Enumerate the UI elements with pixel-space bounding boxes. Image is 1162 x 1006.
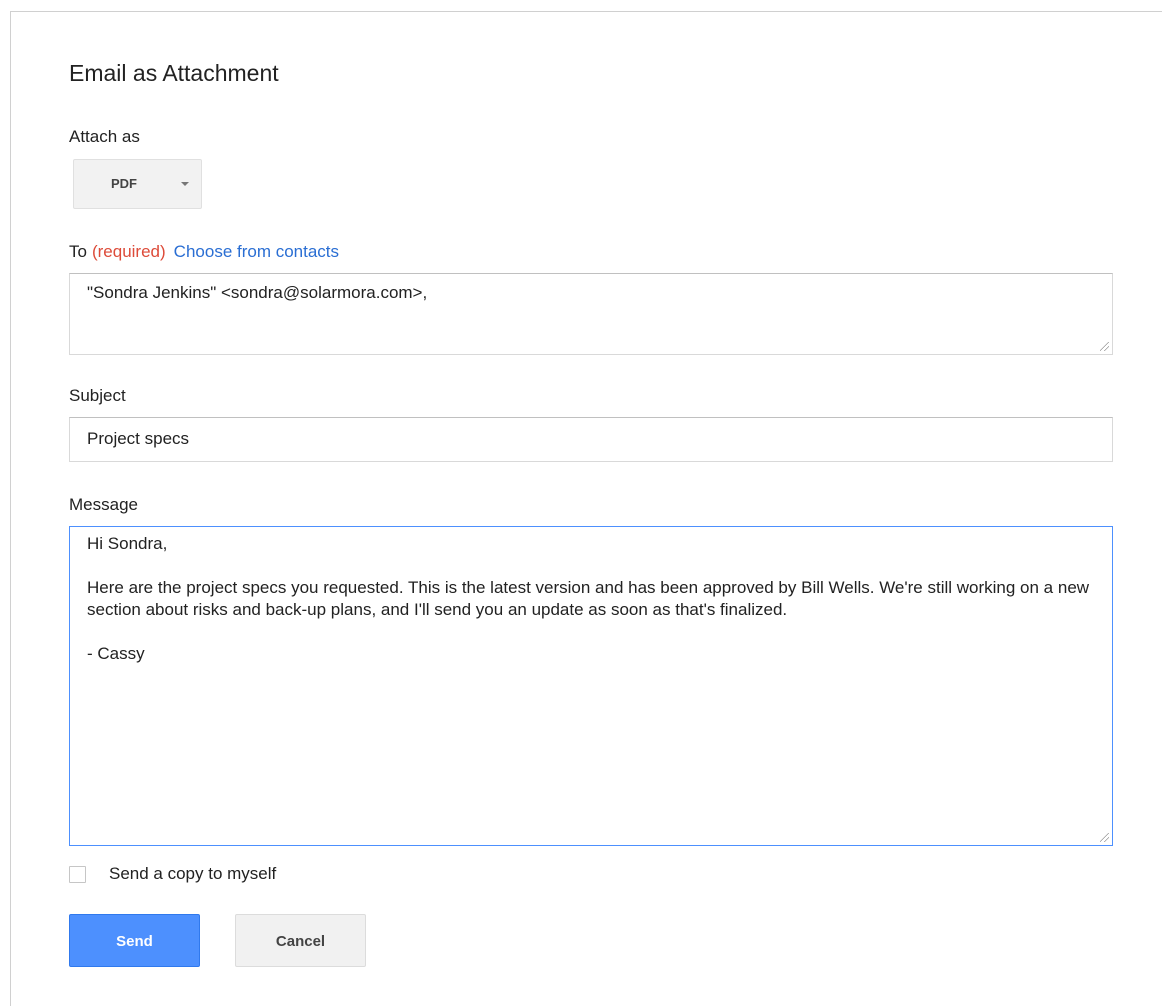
attach-format-dropdown[interactable]: PDF: [73, 159, 202, 209]
resize-grip-icon[interactable]: [1100, 833, 1109, 842]
subject-field[interactable]: Project specs: [69, 417, 1113, 462]
attach-format-value: PDF: [111, 176, 137, 191]
choose-from-contacts-link[interactable]: Choose from contacts: [174, 242, 339, 261]
to-field-value: "Sondra Jenkins" <sondra@solarmora.com>,: [87, 283, 428, 302]
subject-label: Subject: [69, 386, 126, 405]
message-label: Message: [69, 495, 138, 514]
attach-as-label: Attach as: [69, 127, 140, 146]
message-field-value: Hi Sondra, Here are the project specs yo…: [87, 534, 1090, 663]
to-label: To: [69, 242, 87, 261]
dialog-title: Email as Attachment: [69, 60, 279, 86]
to-field[interactable]: "Sondra Jenkins" <sondra@solarmora.com>,: [69, 273, 1113, 355]
resize-grip-icon[interactable]: [1100, 342, 1109, 351]
subject-field-value: Project specs: [87, 429, 190, 448]
cancel-button[interactable]: Cancel: [235, 914, 366, 967]
send-button[interactable]: Send: [69, 914, 200, 967]
message-field[interactable]: Hi Sondra, Here are the project specs yo…: [69, 526, 1113, 846]
caret-down-icon: [181, 182, 189, 186]
email-attachment-dialog: Email as Attachment Attach as PDF To (req…: [10, 11, 1162, 1006]
required-indicator: (required): [91, 242, 166, 261]
send-copy-label[interactable]: Send a copy to myself: [109, 863, 276, 885]
send-copy-checkbox[interactable]: [69, 866, 86, 883]
to-label-row: To (required) Choose from contacts: [69, 241, 339, 263]
